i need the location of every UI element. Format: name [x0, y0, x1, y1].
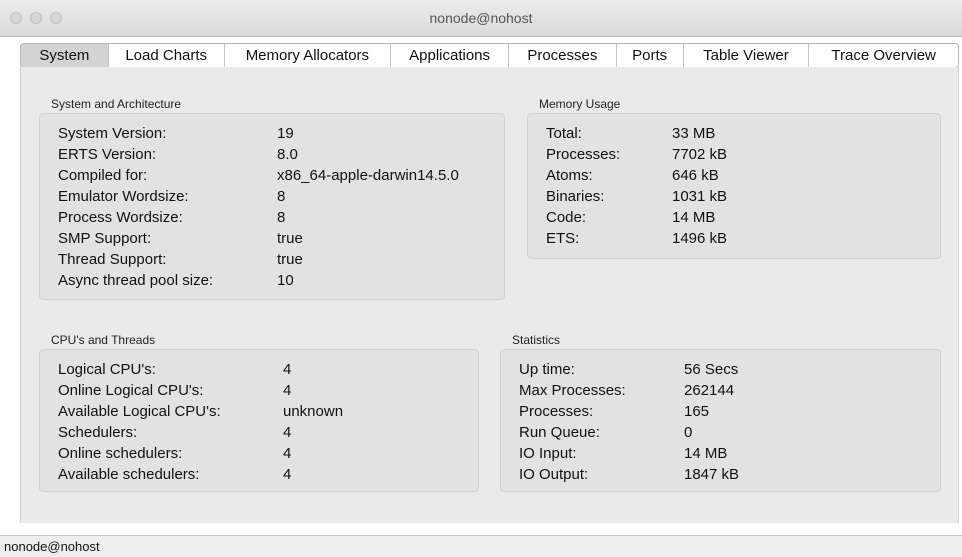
info-label: Online Logical CPU's:: [58, 382, 204, 399]
info-label: Available schedulers:: [58, 466, 200, 483]
info-value: 1847 kB: [684, 466, 740, 483]
tab-bar: System Load Charts Memory Allocators App…: [20, 43, 959, 68]
info-label: Logical CPU's:: [58, 361, 156, 378]
info-value: 165: [684, 403, 710, 420]
info-value: 8: [277, 209, 286, 226]
status-text: nonode@nohost: [4, 539, 100, 554]
info-value: 0: [684, 424, 693, 441]
info-value: true: [277, 230, 303, 247]
info-value: 8.0: [277, 146, 298, 163]
info-label: Processes:: [519, 403, 594, 420]
info-value: 4: [283, 382, 292, 399]
tab-ports[interactable]: Ports: [617, 44, 684, 67]
info-label: System Version:: [58, 125, 167, 142]
tab-processes[interactable]: Processes: [509, 44, 617, 67]
info-label: ERTS Version:: [58, 146, 157, 163]
info-value: 646 kB: [672, 167, 719, 184]
info-label: Available Logical CPU's:: [58, 403, 221, 420]
tab-load-charts[interactable]: Load Charts: [109, 44, 225, 67]
info-label: Binaries:: [546, 188, 605, 205]
tab-table-viewer[interactable]: Table Viewer: [684, 44, 810, 67]
info-value: unknown: [283, 403, 344, 420]
info-label: Schedulers:: [58, 424, 138, 441]
info-label: Code:: [546, 209, 587, 226]
info-value: 19: [277, 125, 294, 142]
info-value: 1496 kB: [672, 230, 728, 247]
info-value: 1031 kB: [672, 188, 728, 205]
memory-usage-panel: Total: 33 MB Processes: 7702 kB Atoms: 6…: [527, 113, 941, 259]
info-label: Online schedulers:: [58, 445, 183, 462]
cpu-threads-title: CPU's and Threads: [51, 333, 156, 347]
info-label: Atoms:: [546, 167, 593, 184]
info-value: true: [277, 251, 303, 268]
info-value: 33 MB: [672, 125, 716, 142]
info-value: 4: [283, 361, 292, 378]
tab-applications[interactable]: Applications: [391, 44, 509, 67]
statistics-panel: Up time: 56 Secs Max Processes: 262144 P…: [500, 349, 941, 492]
system-architecture-panel: System Version: 19 ERTS Version: 8.0 Com…: [39, 113, 505, 300]
info-label: Run Queue:: [519, 424, 600, 441]
info-value: 262144: [684, 382, 735, 399]
info-value: x86_64-apple-darwin14.5.0: [277, 167, 459, 184]
info-value: 7702 kB: [672, 146, 728, 163]
info-label: SMP Support:: [58, 230, 152, 247]
info-label: Emulator Wordsize:: [58, 188, 189, 205]
window-title: nonode@nohost: [429, 10, 533, 26]
info-label: IO Output:: [519, 466, 589, 483]
info-label: IO Input:: [519, 445, 577, 462]
info-label: Thread Support:: [58, 251, 167, 268]
info-value: 14 MB: [684, 445, 728, 462]
info-label: Up time:: [519, 361, 575, 378]
system-tab-content: System and Architecture System Version: …: [20, 67, 959, 523]
window-titlebar: nonode@nohost: [0, 0, 962, 37]
info-value: 4: [283, 445, 292, 462]
tab-system[interactable]: System: [21, 44, 109, 67]
cpu-threads-panel: Logical CPU's: 4 Online Logical CPU's: 4…: [39, 349, 479, 492]
info-value: 14 MB: [672, 209, 716, 226]
statistics-title: Statistics: [512, 333, 561, 347]
info-value: 56 Secs: [684, 361, 739, 378]
info-value: 4: [283, 424, 292, 441]
info-label: Async thread pool size:: [58, 272, 214, 289]
tab-memory-allocators[interactable]: Memory Allocators: [225, 44, 392, 67]
info-label: Compiled for:: [58, 167, 148, 184]
system-architecture-title: System and Architecture: [51, 97, 182, 111]
info-label: Process Wordsize:: [58, 209, 183, 226]
info-value: 4: [283, 466, 292, 483]
info-label: Total:: [546, 125, 582, 142]
tab-trace-overview[interactable]: Trace Overview: [809, 44, 958, 67]
memory-usage-title: Memory Usage: [539, 97, 621, 111]
info-label: ETS:: [546, 230, 580, 247]
info-label: Max Processes:: [519, 382, 626, 399]
info-value: 8: [277, 188, 286, 205]
status-bar: nonode@nohost: [0, 535, 962, 557]
info-label: Processes:: [546, 146, 621, 163]
info-value: 10: [277, 272, 294, 289]
